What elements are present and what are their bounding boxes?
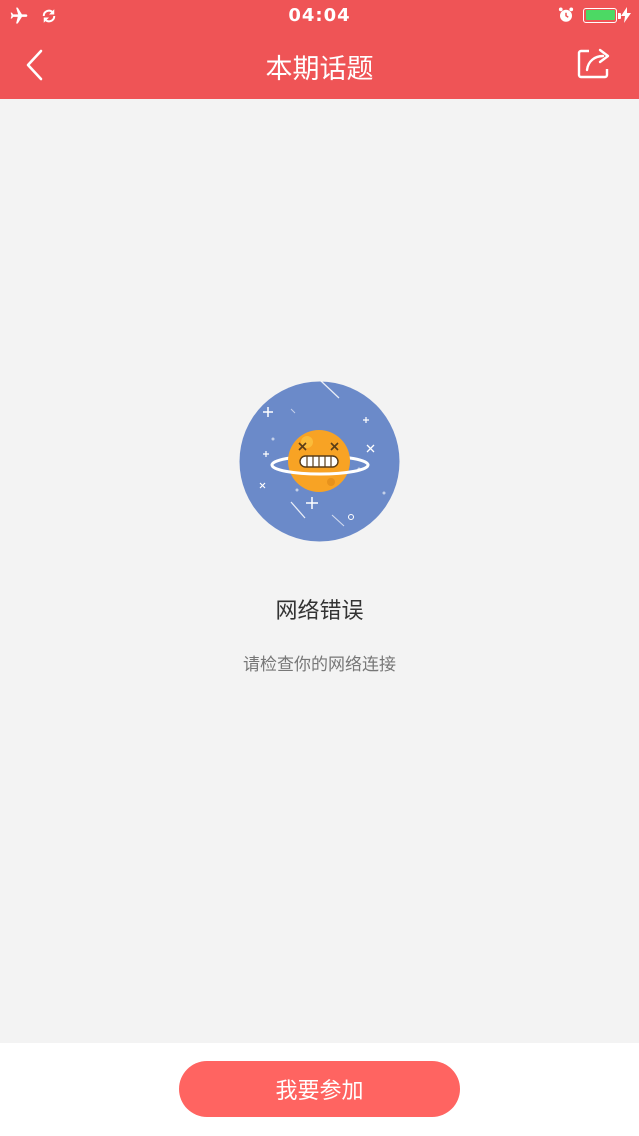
header: 04:04 本期话题 bbox=[0, 0, 639, 99]
battery-fill bbox=[585, 10, 615, 20]
charging-icon bbox=[621, 7, 631, 23]
page-title: 本期话题 bbox=[265, 54, 374, 85]
error-subtitle: 请检查你的网络连接 bbox=[243, 655, 396, 675]
footer-bar: 我要参加 bbox=[0, 1043, 639, 1136]
planet-error-icon bbox=[239, 380, 400, 542]
status-right bbox=[557, 6, 631, 24]
battery-icon bbox=[583, 7, 621, 23]
navbar: 本期话题 bbox=[0, 33, 639, 99]
battery-tip bbox=[618, 12, 621, 19]
join-button[interactable]: 我要参加 bbox=[179, 1061, 460, 1117]
share-icon bbox=[577, 48, 610, 79]
status-bar: 04:04 bbox=[0, 0, 639, 33]
status-time: 04:04 bbox=[288, 5, 351, 26]
content-area: 网络错误 请检查你的网络连接 bbox=[0, 99, 639, 1043]
share-button[interactable] bbox=[575, 43, 619, 87]
error-title: 网络错误 bbox=[275, 599, 364, 624]
alarm-icon bbox=[558, 7, 574, 22]
